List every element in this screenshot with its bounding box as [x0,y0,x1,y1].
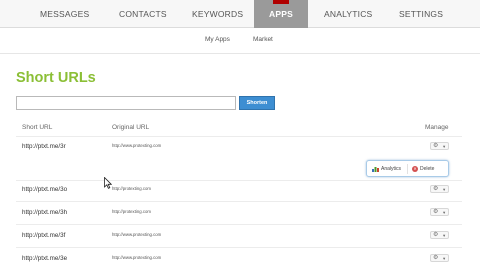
gear-icon: ⚙ [433,232,439,238]
manage-popover: Analytics ✕ Delete [366,160,449,177]
chevron-down-icon: ▾ [443,233,446,238]
top-nav: MESSAGES CONTACTS KEYWORDS APPS ANALYTIC… [0,0,480,28]
short-url-link[interactable]: http://ptxt.me/3h [22,209,67,216]
nav-item-settings[interactable]: SETTINGS [399,9,443,19]
bar-chart-icon [372,166,379,172]
gear-icon: ⚙ [433,255,439,261]
manage-dropdown-button[interactable]: ⚙ ▾ [430,254,449,262]
analytics-menu-item[interactable]: Analytics [372,165,401,173]
row-divider [16,247,462,248]
row-divider [16,180,462,181]
table-row: http://ptxt.me/3e http://www.protexting.… [0,254,480,270]
short-url-link[interactable]: http://ptxt.me/3o [22,186,67,193]
chevron-down-icon: ▾ [443,256,446,261]
header-divider [16,136,462,137]
page-title: Short URLs [16,70,96,86]
delete-icon: ✕ [412,165,418,172]
nav-item-messages[interactable]: MESSAGES [40,9,89,19]
mouse-cursor-icon [104,177,112,189]
chevron-down-icon: ▾ [443,144,446,149]
url-input[interactable] [16,96,236,110]
table-row: http://ptxt.me/3h http://protexting.com … [0,208,480,229]
manage-dropdown-button[interactable]: ⚙ ▾ [430,142,449,150]
gear-icon: ⚙ [433,209,439,215]
table-row: http://ptxt.me/3f http://www.protexting.… [0,231,480,252]
original-url-text: http://protexting.com [112,209,151,214]
delete-menu-item[interactable]: ✕ Delete [412,165,434,173]
manage-dropdown-button[interactable]: ⚙ ▾ [430,231,449,239]
sub-nav: My Apps Market [0,28,480,54]
short-url-link[interactable]: http://ptxt.me/3e [22,255,67,262]
nav-item-contacts[interactable]: CONTACTS [119,9,167,19]
nav-item-apps[interactable]: APPS [269,9,293,19]
shorten-button[interactable]: Shorten [239,96,275,110]
chevron-down-icon: ▾ [443,187,446,192]
gear-icon: ⚙ [433,186,439,192]
analytics-label: Analytics [381,166,402,172]
column-header-manage: Manage [425,124,449,131]
manage-dropdown-button[interactable]: ⚙ ▾ [430,185,449,193]
manage-dropdown-button[interactable]: ⚙ ▾ [430,208,449,216]
table-row: http://ptxt.me/3o http://protexting.com … [0,185,480,206]
original-url-text: http://www.protexting.com [112,143,162,148]
original-url-text: http://www.protexting.com [112,232,162,237]
original-url-text: http://www.protexting.com [112,255,162,260]
subnav-item-my-apps[interactable]: My Apps [205,36,230,43]
nav-item-keywords[interactable]: KEYWORDS [192,9,243,19]
row-divider [16,224,462,225]
gear-icon: ⚙ [433,143,439,149]
subnav-item-market[interactable]: Market [253,36,273,43]
row-divider [16,201,462,202]
column-header-original-url: Original URL [112,124,150,131]
active-tab-notch [273,0,289,4]
column-header-short-url: Short URL [22,124,53,131]
original-url-text: http://protexting.com [112,186,151,191]
popover-divider [407,164,408,174]
delete-label: Delete [420,166,435,172]
chevron-down-icon: ▾ [443,210,446,215]
short-url-link[interactable]: http://ptxt.me/3r [22,143,66,150]
nav-item-analytics[interactable]: ANALYTICS [324,9,372,19]
short-url-link[interactable]: http://ptxt.me/3f [22,232,65,239]
